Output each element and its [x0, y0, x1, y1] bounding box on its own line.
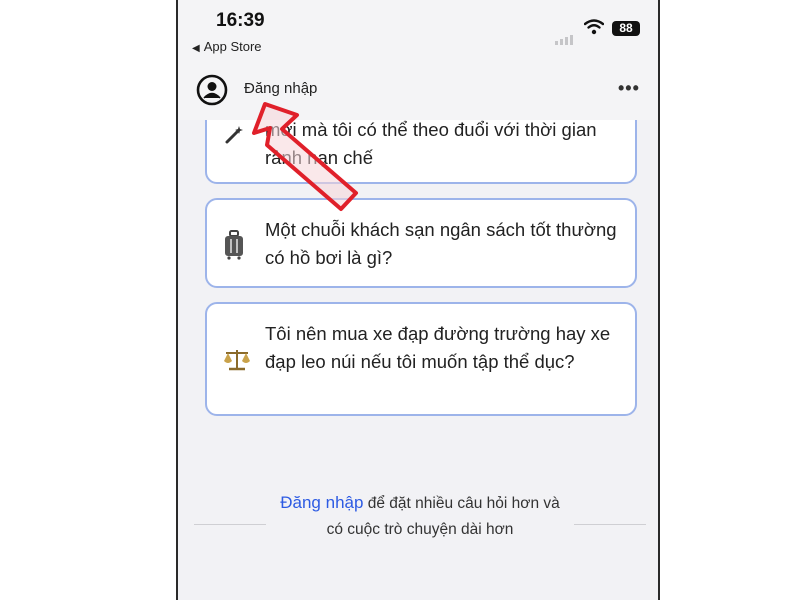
suggestion-card-hotel[interactable]: Một chuỗi khách sạn ngân sách tốt thường… — [205, 198, 637, 288]
suggestion-text: Tôi nên mua xe đạp đường trường hay xe đ… — [265, 323, 611, 372]
back-label: App Store — [203, 39, 262, 54]
suggestion-card-bicycle[interactable]: Tôi nên mua xe đạp đường trường hay xe đ… — [205, 302, 637, 416]
app-header: Đăng nhập ••• — [178, 62, 658, 120]
divider-left — [194, 524, 266, 525]
back-to-app-store[interactable]: ◀ App Store — [192, 39, 262, 54]
cellular-signal-icon — [555, 27, 575, 45]
account-avatar-icon[interactable] — [196, 74, 228, 111]
suggestion-text: Một chuỗi khách sạn ngân sách tốt thường… — [265, 219, 617, 268]
divider-right — [574, 524, 646, 525]
back-triangle-icon: ◀ — [192, 43, 200, 54]
status-bar: 16:39 ◀ App Store 88 — [178, 0, 658, 62]
more-options-icon[interactable]: ••• — [618, 78, 640, 99]
battery-icon: 88 — [612, 21, 640, 36]
suggestion-text: mới mà tôi có thể theo đuổi với thời gia… — [265, 119, 597, 168]
luggage-icon — [223, 230, 245, 265]
sign-in-prompt: Đăng nhập để đặt nhiều câu hỏi hơn và có… — [274, 490, 566, 543]
sign-in-link-header[interactable]: Đăng nhập — [244, 80, 317, 97]
phone-screen: 16:39 ◀ App Store 88 Đăng nhập ••• mới m… — [176, 0, 660, 600]
balance-scale-icon — [223, 348, 251, 377]
status-time: 16:39 — [216, 10, 265, 31]
magic-wand-icon — [223, 124, 245, 151]
wifi-icon — [583, 19, 605, 40]
sign-in-link[interactable]: Đăng nhập — [280, 493, 363, 512]
